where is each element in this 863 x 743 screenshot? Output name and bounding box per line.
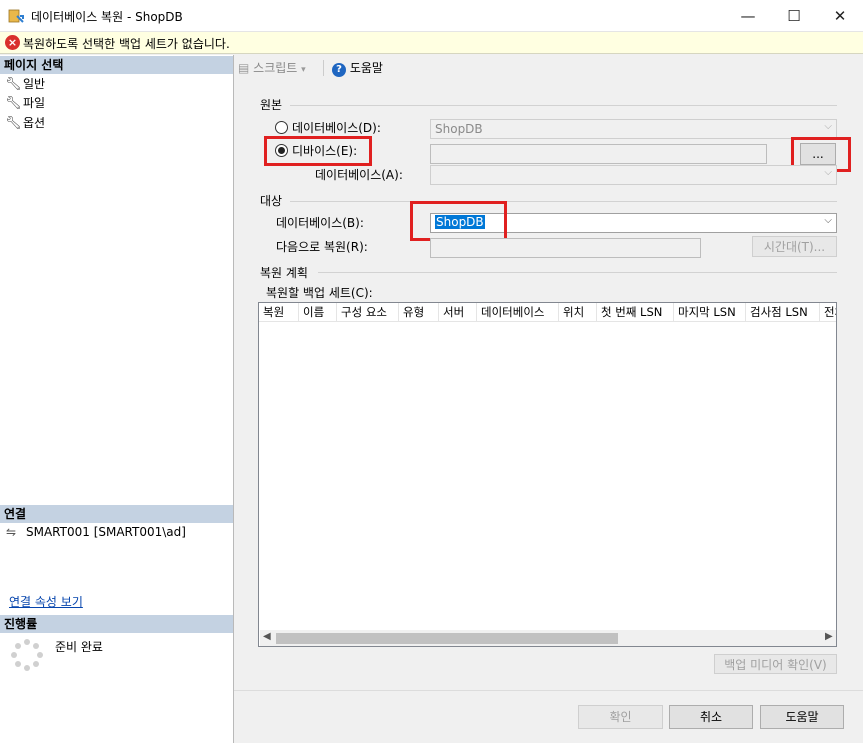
database-source-radio[interactable] bbox=[275, 121, 288, 134]
connection-header: 연결 bbox=[0, 505, 233, 523]
help-icon: ? bbox=[332, 63, 346, 77]
progress-spinner-icon bbox=[11, 639, 43, 671]
destination-group-title: 대상 bbox=[260, 194, 283, 208]
left-pane: 페이지 선택 🔧︎일반 🔧︎파일 🔧︎옵션 연결 ⇋ SMART001 [SMAR… bbox=[0, 55, 234, 743]
help-toolbar-button[interactable]: ? 도움말 bbox=[332, 59, 383, 77]
restore-to-label: 다음으로 복원(R): bbox=[276, 240, 368, 254]
error-message: 복원하도록 선택한 백업 세트가 없습니다. bbox=[23, 37, 230, 51]
column-header-database[interactable]: 데이터베이스 bbox=[477, 303, 559, 321]
column-header-component[interactable]: 구성 요소 bbox=[337, 303, 399, 321]
progress-header: 진행률 bbox=[0, 615, 233, 633]
window-title: 데이터베이스 복원 - ShopDB bbox=[31, 10, 183, 24]
chevron-down-icon: ⌵ bbox=[824, 167, 832, 178]
scrollbar-thumb[interactable] bbox=[276, 633, 618, 644]
column-header-full[interactable]: 전체 bbox=[820, 303, 836, 321]
nav-item-options[interactable]: 🔧︎옵션 bbox=[5, 114, 45, 132]
nav-item-label: 옵션 bbox=[23, 116, 46, 130]
wrench-icon: 🔧︎ bbox=[5, 96, 22, 111]
destination-group-divider bbox=[290, 201, 837, 202]
title-bar: 데이터베이스 복원 - ShopDB — ☐ ✕ bbox=[0, 0, 863, 32]
restore-plan-divider bbox=[318, 272, 837, 273]
backup-sets-label: 복원할 백업 세트(C): bbox=[266, 286, 373, 300]
verify-backup-media-button[interactable]: 백업 미디어 확인(V) bbox=[714, 654, 837, 674]
nav-item-files[interactable]: 🔧︎파일 bbox=[5, 94, 45, 112]
column-header-restore[interactable]: 복원 bbox=[259, 303, 299, 321]
cancel-button[interactable]: 취소 bbox=[669, 705, 753, 729]
close-button[interactable]: ✕ bbox=[817, 0, 863, 32]
wrench-icon: 🔧︎ bbox=[5, 116, 22, 131]
source-database-combo[interactable]: ShopDB ⌵ bbox=[430, 119, 837, 139]
column-header-name[interactable]: 이름 bbox=[299, 303, 337, 321]
progress-status: 준비 완료 bbox=[55, 640, 103, 654]
connection-info: ⇋ SMART001 [SMART001\ad] bbox=[6, 525, 186, 539]
ok-button[interactable]: 확인 bbox=[578, 705, 663, 729]
help-label: 도움말 bbox=[349, 61, 383, 75]
column-header-checkpoint-lsn[interactable]: 검사점 LSN bbox=[746, 303, 820, 321]
column-header-type[interactable]: 유형 bbox=[399, 303, 439, 321]
source-group-title: 원본 bbox=[260, 98, 283, 112]
destination-annotation-box bbox=[410, 201, 507, 241]
restore-plan-group-title: 복원 계획 bbox=[260, 266, 308, 280]
scroll-right-icon[interactable]: ▶ bbox=[825, 631, 833, 642]
column-header-position[interactable]: 위치 bbox=[559, 303, 597, 321]
footer-divider bbox=[234, 690, 863, 691]
device-database-label: 데이터베이스(A): bbox=[315, 168, 403, 182]
grid-header-row: 복원 이름 구성 요소 유형 서버 데이터베이스 위치 첫 번째 LSN 마지막… bbox=[259, 303, 836, 322]
backup-sets-grid[interactable]: 복원 이름 구성 요소 유형 서버 데이터베이스 위치 첫 번째 LSN 마지막… bbox=[258, 302, 837, 647]
source-database-value: ShopDB bbox=[435, 122, 483, 136]
connection-text: SMART001 [SMART001\ad] bbox=[26, 525, 186, 539]
horizontal-scrollbar[interactable]: ◀ ▶ bbox=[260, 630, 836, 646]
device-annotation-box bbox=[264, 136, 372, 166]
column-header-first-lsn[interactable]: 첫 번째 LSN bbox=[597, 303, 674, 321]
minimize-button[interactable]: — bbox=[725, 0, 771, 32]
database-source-label: 데이터베이스(D): bbox=[292, 121, 381, 135]
restore-to-field[interactable] bbox=[430, 238, 701, 258]
script-button[interactable]: ▤ 스크립트 ▾ bbox=[238, 59, 306, 76]
destination-database-label: 데이터베이스(B): bbox=[276, 216, 364, 230]
dropdown-arrow-icon: ▾ bbox=[301, 65, 306, 75]
maximize-button[interactable]: ☐ bbox=[771, 0, 817, 32]
page-select-header: 페이지 선택 bbox=[0, 56, 233, 74]
app-icon bbox=[8, 8, 24, 24]
view-connection-properties-link[interactable]: 연결 속성 보기 bbox=[9, 593, 83, 610]
server-connection-icon: ⇋ bbox=[6, 525, 17, 539]
scroll-left-icon[interactable]: ◀ bbox=[263, 631, 271, 642]
nav-item-general[interactable]: 🔧︎일반 bbox=[5, 75, 45, 93]
nav-item-label: 일반 bbox=[23, 77, 46, 91]
error-icon: × bbox=[5, 35, 20, 50]
script-label: 스크립트 bbox=[253, 61, 298, 75]
source-group-divider bbox=[290, 105, 837, 106]
device-path-field[interactable] bbox=[430, 144, 767, 164]
timeline-button[interactable]: 시간대(T)... bbox=[752, 236, 837, 257]
chevron-down-icon: ⌵ bbox=[824, 215, 832, 226]
error-bar: × 복원하도록 선택한 백업 세트가 없습니다. bbox=[0, 32, 863, 54]
toolbar-separator bbox=[323, 60, 324, 76]
chevron-down-icon: ⌵ bbox=[824, 121, 832, 132]
column-header-server[interactable]: 서버 bbox=[439, 303, 477, 321]
wrench-icon: 🔧︎ bbox=[5, 77, 22, 92]
column-header-last-lsn[interactable]: 마지막 LSN bbox=[674, 303, 746, 321]
help-button[interactable]: 도움말 bbox=[760, 705, 844, 729]
device-database-combo[interactable]: ⌵ bbox=[430, 165, 837, 185]
nav-item-label: 파일 bbox=[23, 96, 46, 110]
script-icon: ▤ bbox=[238, 61, 250, 75]
